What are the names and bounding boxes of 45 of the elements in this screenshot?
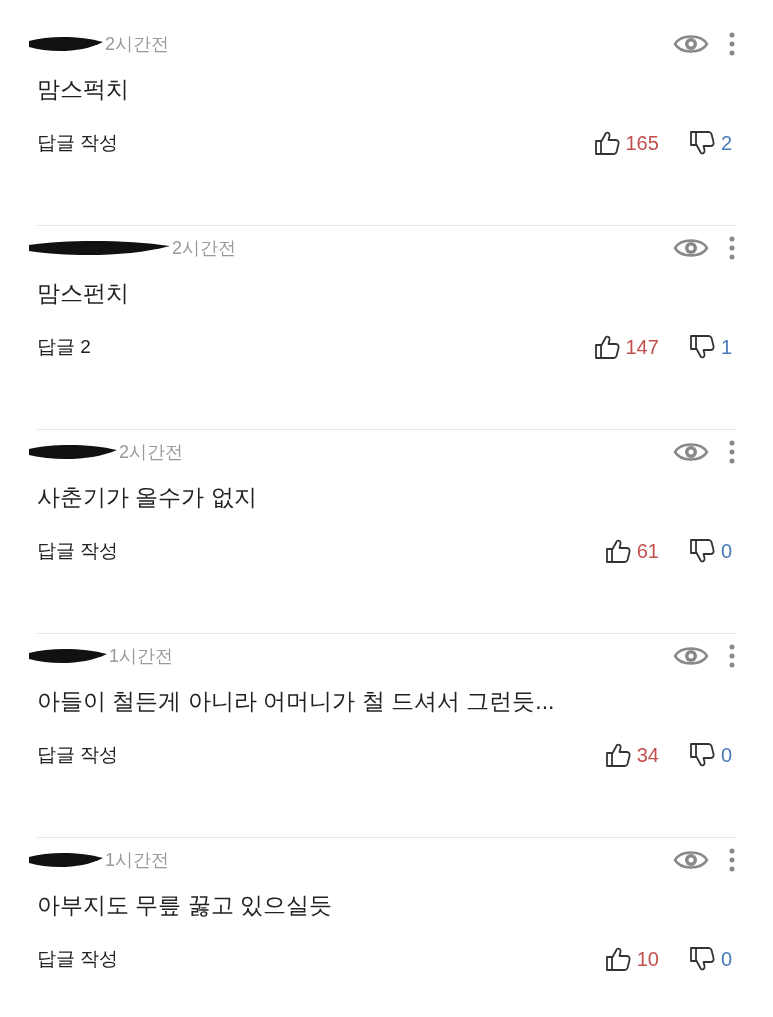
reply-link[interactable]: 답글 작성 xyxy=(37,944,119,974)
comment-text: 맘스펀치 xyxy=(37,279,130,308)
comment-time: 2시간전 xyxy=(172,236,236,260)
like-count: 10 xyxy=(636,947,659,972)
thumbs-up-icon[interactable] xyxy=(593,334,620,360)
thumbs-up-icon[interactable] xyxy=(604,742,631,768)
comment-time: 1시간전 xyxy=(109,644,173,668)
more-options-icon[interactable] xyxy=(729,440,735,464)
eye-icon[interactable] xyxy=(673,848,709,872)
comment-time: 1시간전 xyxy=(105,848,169,872)
like-count: 61 xyxy=(636,539,659,564)
like-count: 34 xyxy=(636,743,659,768)
thumbs-down-icon[interactable] xyxy=(688,130,715,156)
like-count: 147 xyxy=(625,335,659,360)
eye-icon[interactable] xyxy=(673,644,709,668)
more-options-icon[interactable] xyxy=(729,236,735,260)
reply-link[interactable]: 답글 작성 xyxy=(37,536,119,566)
comment-text: 아부지도 무릎 꿇고 있으실듯 xyxy=(37,891,334,920)
dislike-count: 0 xyxy=(720,947,732,972)
more-options-icon[interactable] xyxy=(729,32,735,56)
thumbs-down-icon[interactable] xyxy=(688,946,715,972)
dislike-count: 0 xyxy=(720,743,732,768)
comment-time: 2시간전 xyxy=(105,32,169,56)
thumbs-down-icon[interactable] xyxy=(688,742,715,768)
eye-icon[interactable] xyxy=(673,440,709,464)
dislike-count: 1 xyxy=(720,335,732,360)
comment-text: 아들이 철든게 아니라 어머니가 철 드셔서 그런듯... xyxy=(37,687,556,716)
reply-link[interactable]: 답글 2 xyxy=(37,332,91,362)
thumbs-up-icon[interactable] xyxy=(604,538,631,564)
dislike-count: 0 xyxy=(720,539,732,564)
comment-text: 맘스퍽치 xyxy=(37,75,130,104)
comment-text: 사춘기가 올수가 없지 xyxy=(37,483,258,512)
eye-icon[interactable] xyxy=(673,32,709,56)
dislike-count: 2 xyxy=(720,131,732,156)
thumbs-up-icon[interactable] xyxy=(604,946,631,972)
thumbs-down-icon[interactable] xyxy=(688,538,715,564)
reply-link[interactable]: 답글 작성 xyxy=(37,128,119,158)
more-options-icon[interactable] xyxy=(729,644,735,668)
comment-time: 2시간전 xyxy=(119,440,183,464)
reply-link[interactable]: 답글 작성 xyxy=(37,740,119,770)
eye-icon[interactable] xyxy=(673,236,709,260)
thumbs-up-icon[interactable] xyxy=(593,130,620,156)
like-count: 165 xyxy=(625,131,659,156)
more-options-icon[interactable] xyxy=(729,848,735,872)
thumbs-down-icon[interactable] xyxy=(688,334,715,360)
